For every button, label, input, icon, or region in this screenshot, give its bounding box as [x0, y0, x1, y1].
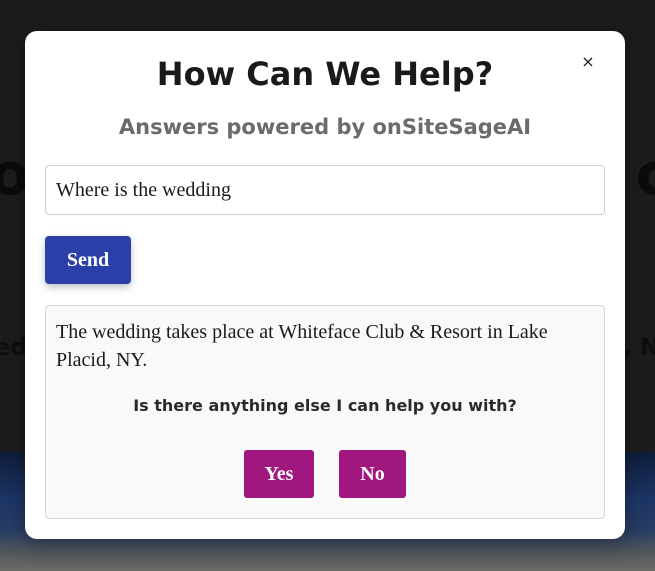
question-input[interactable]	[45, 165, 605, 215]
no-button[interactable]: No	[339, 450, 406, 498]
yes-button[interactable]: Yes	[244, 450, 314, 498]
background-sub-left: ed	[0, 333, 28, 361]
answer-text: The wedding takes place at Whiteface Clu…	[56, 321, 548, 371]
background-heading-right: c	[635, 140, 655, 208]
modal-title: How Can We Help?	[156, 55, 494, 93]
followup-question: Is there anything else I can help you wi…	[133, 396, 517, 415]
background-sub-right: , N	[622, 333, 655, 361]
help-modal: × How Can We Help? Answers powered by on…	[25, 31, 625, 539]
answer-panel: The wedding takes place at Whiteface Clu…	[45, 305, 605, 519]
send-button[interactable]: Send	[45, 236, 131, 284]
modal-subtitle: Answers powered by onSiteSageAI	[118, 115, 532, 139]
